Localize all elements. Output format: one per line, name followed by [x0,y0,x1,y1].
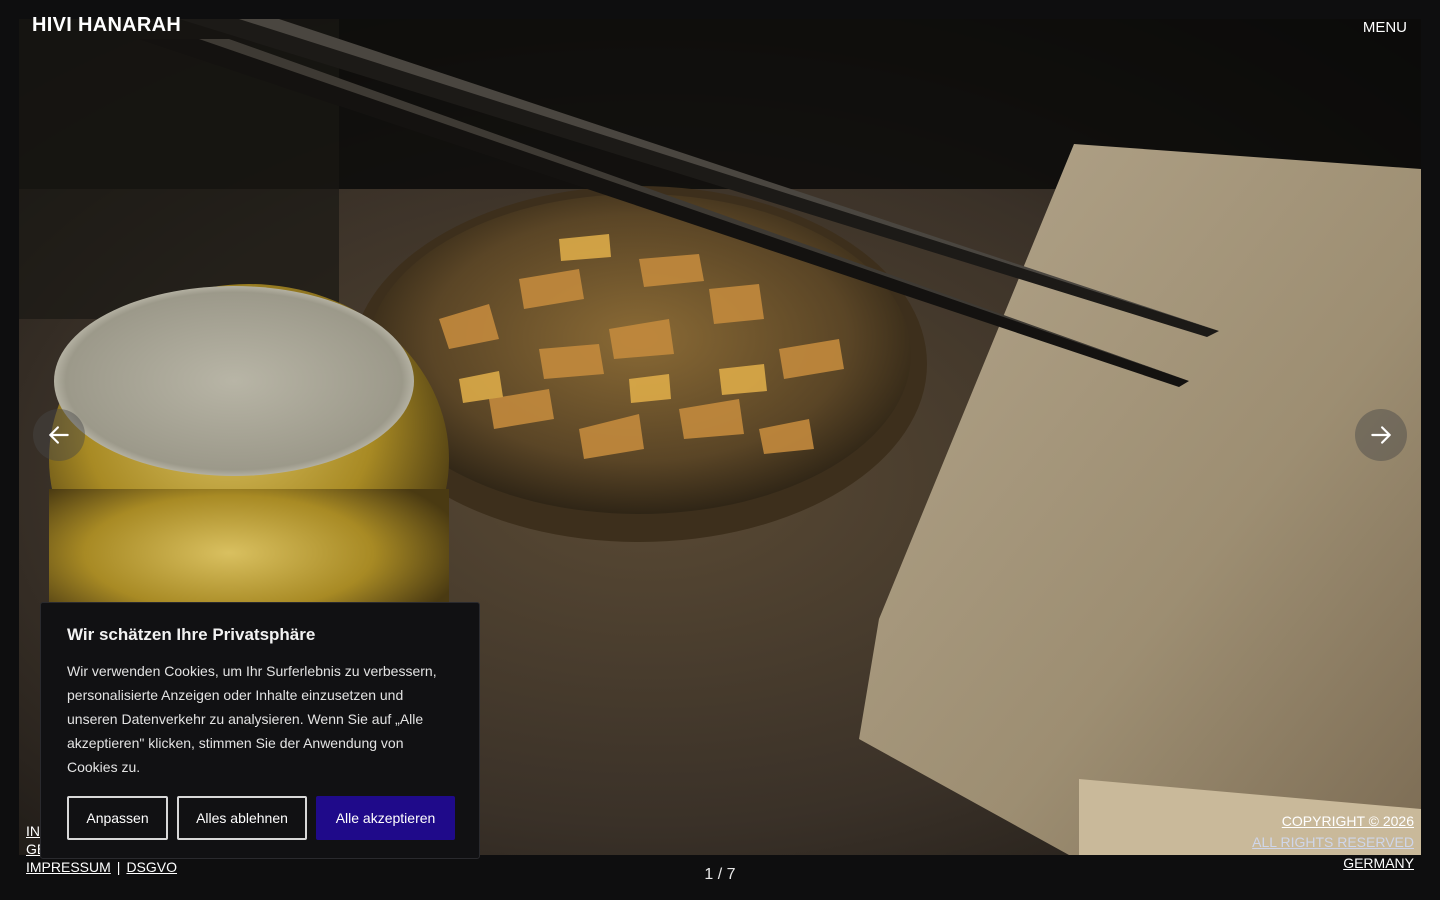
reject-all-button[interactable]: Alles ablehnen [177,796,307,840]
copyright-link[interactable]: COPYRIGHT © 2026 [1252,811,1414,832]
customize-button[interactable]: Anpassen [67,796,168,840]
menu-button[interactable]: MENU [1363,19,1407,36]
slide-counter: 1 / 7 [704,866,736,883]
cookie-consent-banner: Wir schätzen Ihre Privatsphäre Wir verwe… [40,602,480,859]
brand-logo[interactable]: HIVI HANARAH [32,14,181,37]
dsgvo-link[interactable]: DSGVO [126,859,177,875]
footer-right: COPYRIGHT © 2026 ALL RIGHTS RESERVED GER… [1252,811,1414,874]
cookie-banner-text: Wir verwenden Cookies, um Ihr Surferlebn… [67,663,437,775]
accept-all-button[interactable]: Alle akzeptieren [316,796,455,840]
impressum-link[interactable]: IMPRESSUM [26,859,111,875]
country-link[interactable]: GERMANY [1252,853,1414,874]
next-slide-button[interactable] [1355,409,1407,461]
legal-separator: | [116,859,121,875]
arrow-right-icon [1371,426,1391,444]
previous-slide-button[interactable] [33,409,85,461]
cookie-banner-title: Wir schätzen Ihre Privatsphäre [67,625,316,644]
arrow-left-icon [49,426,69,444]
footer-link-in[interactable]: IN [26,823,40,839]
rights-reserved-link[interactable]: ALL RIGHTS RESERVED [1252,832,1414,853]
